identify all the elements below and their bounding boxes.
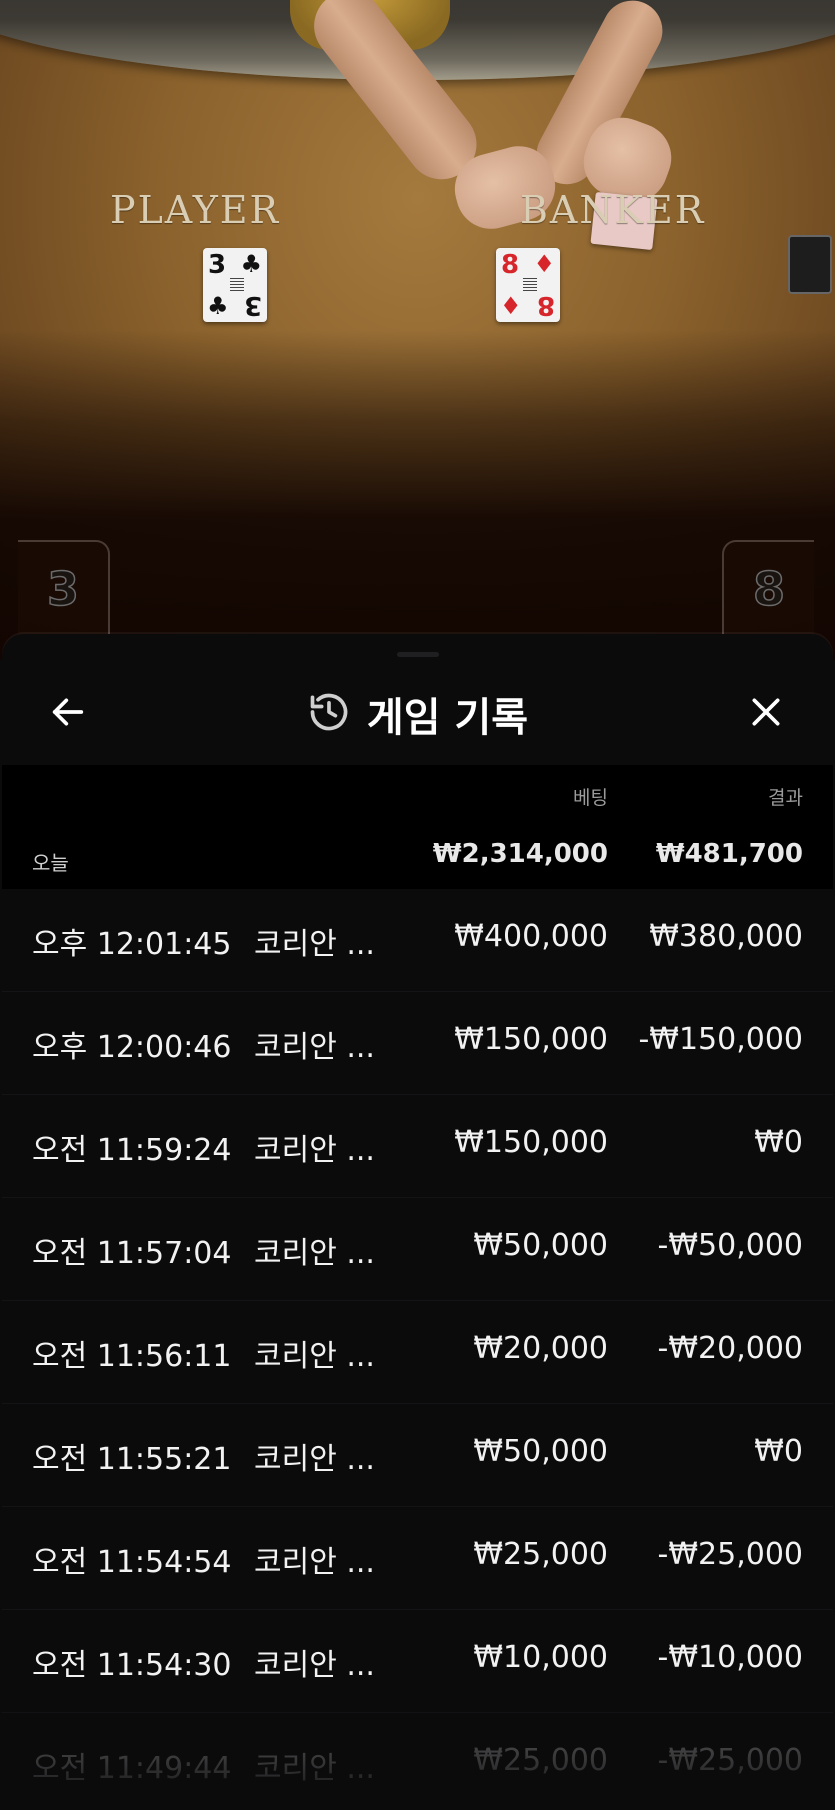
history-row[interactable]: 오전 11:57:04 코리안 ... ₩50,000 -₩50,000 [2, 1198, 833, 1301]
card-suit: ♣ [240, 250, 262, 278]
card-suit: ♣ [207, 292, 229, 320]
row-time: 오후 12:00:46 [32, 1030, 232, 1065]
row-result: -₩10,000 [657, 1640, 803, 1675]
row-time: 오전 11:54:54 [32, 1545, 232, 1580]
row-bet: ₩25,000 [473, 1743, 608, 1778]
row-bet: ₩50,000 [473, 1434, 608, 1469]
row-result: -₩150,000 [638, 1022, 803, 1057]
row-time: 오전 11:54:30 [32, 1648, 232, 1683]
row-game: 코리안 ... [254, 1442, 375, 1477]
row-time: 오후 12:01:45 [32, 927, 232, 962]
card-rank: 8 [536, 290, 555, 320]
history-row[interactable]: 오후 12:00:46 코리안 ... ₩150,000 -₩150,000 [2, 992, 833, 1095]
card-rank: 3 [243, 290, 262, 320]
app-viewport: PLAYER BANKER 3 ♣ ♣ 3 8 ♦ ♦ 8 3 8 게임 기록 … [0, 0, 835, 1810]
row-bet: ₩150,000 [454, 1022, 608, 1057]
player-card: 3 ♣ ♣ 3 [203, 248, 267, 322]
row-time: 오전 11:57:04 [32, 1236, 232, 1271]
history-icon [307, 690, 351, 738]
card-suit: ♦ [533, 250, 555, 278]
page-title: 게임 기록 [366, 695, 529, 741]
history-row[interactable]: 오후 12:01:45 코리안 ... ₩400,000 ₩380,000 [2, 889, 833, 992]
player-label: PLAYER [110, 188, 281, 232]
panel-header: 게임 기록 [2, 670, 833, 758]
arrow-left-icon [48, 692, 88, 736]
back-button[interactable] [36, 682, 100, 746]
row-game: 코리안 ... [254, 1648, 375, 1683]
card-barcode [230, 278, 244, 292]
history-row[interactable]: 오전 11:55:21 코리안 ... ₩50,000 ₩0 [2, 1404, 833, 1507]
live-video-feed: PLAYER BANKER 3 ♣ ♣ 3 8 ♦ ♦ 8 3 8 [0, 0, 835, 660]
row-time: 오전 11:59:24 [32, 1133, 232, 1168]
row-result: -₩20,000 [657, 1331, 803, 1366]
summary-bet-total: ₩2,314,000 [432, 839, 608, 869]
row-bet: ₩50,000 [473, 1228, 608, 1263]
card-rank: 3 [208, 250, 227, 280]
summary-result-total: ₩481,700 [655, 839, 803, 869]
summary-date-label: 오늘 [32, 851, 69, 875]
row-time: 오전 11:49:44 [32, 1751, 232, 1786]
banker-label: BANKER [520, 188, 706, 232]
row-bet: ₩150,000 [454, 1125, 608, 1160]
history-row[interactable]: 오전 11:56:11 코리안 ... ₩20,000 -₩20,000 [2, 1301, 833, 1404]
row-bet: ₩400,000 [454, 919, 608, 954]
row-result: ₩0 [754, 1434, 803, 1469]
card-barcode [523, 278, 537, 292]
row-game: 코리안 ... [254, 1545, 375, 1580]
result-column-header: 결과 [768, 787, 803, 809]
row-game: 코리안 ... [254, 1751, 375, 1786]
today-summary: 베팅 결과 오늘 ₩2,314,000 ₩481,700 [2, 765, 833, 889]
row-game: 코리안 ... [254, 1030, 375, 1065]
row-result: -₩25,000 [657, 1743, 803, 1778]
history-row[interactable]: 오전 11:54:54 코리안 ... ₩25,000 -₩25,000 [2, 1507, 833, 1610]
row-time: 오전 11:56:11 [32, 1339, 232, 1374]
row-time: 오전 11:55:21 [32, 1442, 232, 1477]
row-result: -₩25,000 [657, 1537, 803, 1572]
row-bet: ₩25,000 [473, 1537, 608, 1572]
title-group: 게임 기록 [2, 670, 833, 758]
row-result: -₩50,000 [657, 1228, 803, 1263]
bet-column-header: 베팅 [573, 787, 608, 809]
row-bet: ₩20,000 [473, 1331, 608, 1366]
card-shoe [788, 235, 832, 294]
history-row[interactable]: 오전 11:49:44 코리안 ... ₩25,000 -₩25,000 [2, 1713, 833, 1810]
card-suit: ♦ [500, 292, 522, 320]
row-game: 코리안 ... [254, 1339, 375, 1374]
row-bet: ₩10,000 [473, 1640, 608, 1675]
banker-card: 8 ♦ ♦ 8 [496, 248, 560, 322]
row-game: 코리안 ... [254, 1236, 375, 1271]
row-result: ₩380,000 [649, 919, 803, 954]
close-icon [746, 692, 786, 736]
card-rank: 8 [501, 250, 520, 280]
game-history-panel: 게임 기록 베팅 결과 오늘 ₩2,314,000 ₩481,700 오후 12… [2, 634, 833, 1810]
history-row[interactable]: 오전 11:54:30 코리안 ... ₩10,000 -₩10,000 [2, 1610, 833, 1713]
row-game: 코리안 ... [254, 1133, 375, 1168]
row-result: ₩0 [754, 1125, 803, 1160]
history-list: 오후 12:01:45 코리안 ... ₩400,000 ₩380,000 오후… [2, 889, 833, 1810]
close-button[interactable] [734, 682, 798, 746]
history-row[interactable]: 오전 11:59:24 코리안 ... ₩150,000 ₩0 [2, 1095, 833, 1198]
row-game: 코리안 ... [254, 927, 375, 962]
drag-handle[interactable] [397, 652, 439, 657]
